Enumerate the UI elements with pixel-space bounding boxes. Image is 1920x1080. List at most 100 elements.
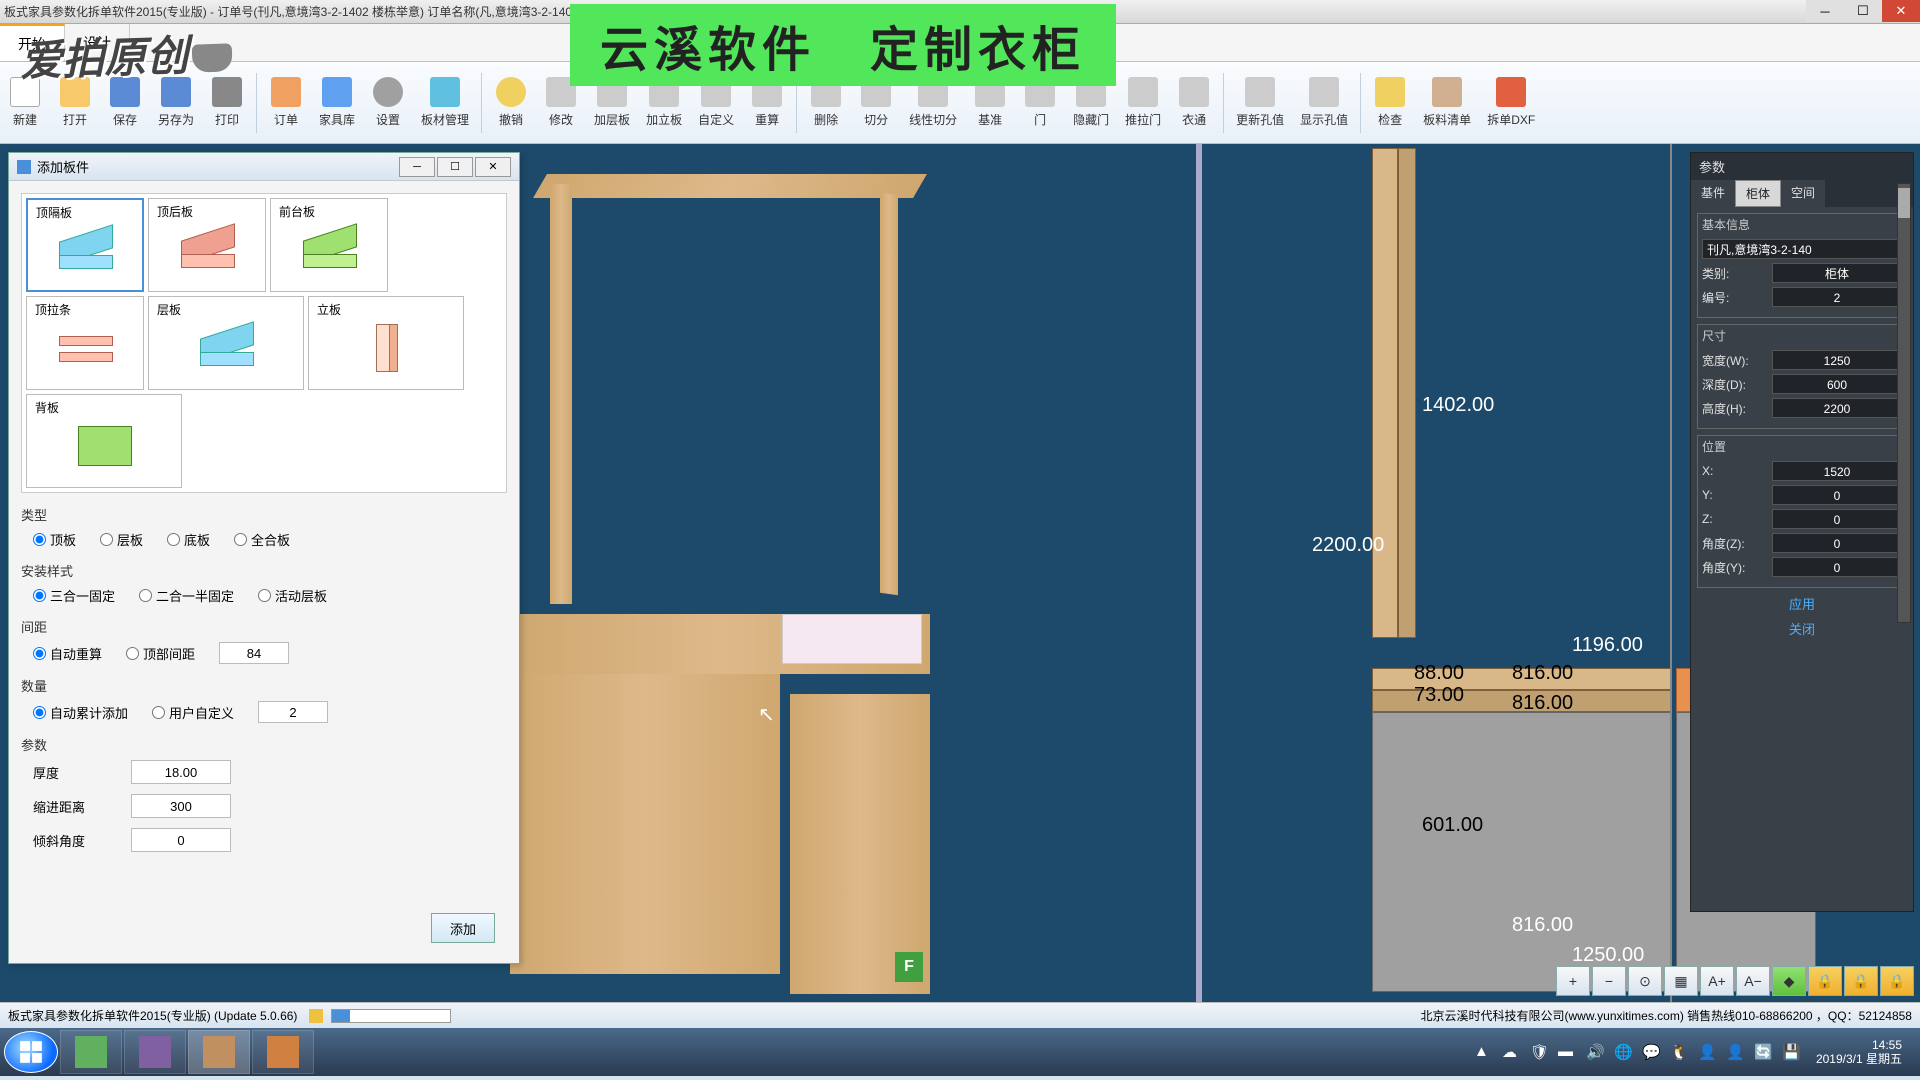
radio-spacing-auto[interactable]: 自动重算 — [33, 644, 102, 663]
dialog-titlebar[interactable]: 添加板件 ─ ☐ ✕ — [9, 153, 519, 181]
apply-button[interactable]: 应用 — [1697, 594, 1907, 613]
zoom-out-button[interactable]: − — [1592, 966, 1626, 996]
dim-816b: 816.00 — [1512, 692, 1573, 715]
tool-material[interactable]: 板材管理 — [413, 73, 477, 132]
count-value-input[interactable] — [258, 701, 328, 723]
tray-disk-icon[interactable]: 💾 — [1782, 1043, 1800, 1061]
tray-browser-icon[interactable]: 🌐 — [1614, 1043, 1632, 1061]
tray-shield-icon[interactable]: 🛡 — [1530, 1043, 1548, 1061]
prop-type[interactable]: 柜体 — [1772, 263, 1902, 283]
board-item-back[interactable]: 背板 — [26, 394, 182, 488]
tray-volume-icon[interactable]: 🔊 — [1586, 1043, 1604, 1061]
tray-network-icon[interactable]: ▬ — [1558, 1043, 1576, 1061]
view-toggle-1[interactable]: ◆ — [1772, 966, 1806, 996]
radio-shelf[interactable]: 层板 — [100, 530, 143, 549]
viewport-2d-elevation[interactable]: 1402.00 2200.00 1196.00 88.00 73.00 816.… — [1202, 144, 1670, 1002]
props-scrollbar[interactable] — [1897, 183, 1911, 623]
tool-settings[interactable]: 设置 — [363, 73, 413, 132]
radio-top[interactable]: 顶板 — [33, 530, 76, 549]
radio-count-user[interactable]: 用户自定义 — [152, 703, 234, 722]
spacing-value-input[interactable] — [219, 642, 289, 664]
props-tab-base[interactable]: 基件 — [1691, 180, 1735, 207]
tray-user2-icon[interactable]: 👤 — [1726, 1043, 1744, 1061]
board-item-top-back[interactable]: 顶后板 — [148, 198, 266, 292]
start-button[interactable] — [4, 1031, 58, 1073]
view-mode-button[interactable]: ▦ — [1664, 966, 1698, 996]
lock-2-button[interactable]: 🔒 — [1844, 966, 1878, 996]
properties-title: 参数 — [1691, 153, 1913, 180]
task-app-4[interactable] — [252, 1030, 314, 1074]
prop-angle-y[interactable]: 0 — [1772, 557, 1902, 577]
text-increase-button[interactable]: A+ — [1700, 966, 1734, 996]
label-indent: 缩进距离 — [33, 797, 113, 816]
radio-bottom[interactable]: 底板 — [167, 530, 210, 549]
tray-wechat-icon[interactable]: 💬 — [1642, 1043, 1660, 1061]
dim-73: 73.00 — [1414, 684, 1464, 707]
task-app-1[interactable] — [60, 1030, 122, 1074]
tool-boardlist[interactable]: 板料清单 — [1415, 73, 1479, 132]
text-decrease-button[interactable]: A− — [1736, 966, 1770, 996]
tool-rail[interactable]: 衣通 — [1169, 73, 1219, 132]
window-minimize-button[interactable]: ─ — [1806, 0, 1844, 22]
prop-id[interactable]: 2 — [1772, 287, 1902, 307]
lock-1-button[interactable]: 🔒 — [1808, 966, 1842, 996]
window-close-button[interactable]: ✕ — [1882, 0, 1920, 22]
tray-cloud-icon[interactable]: ☁ — [1502, 1043, 1520, 1061]
input-angle[interactable] — [131, 828, 231, 852]
dialog-minimize-button[interactable]: ─ — [399, 157, 435, 177]
dialog-maximize-button[interactable]: ☐ — [437, 157, 473, 177]
tray-up-icon[interactable]: ▲ — [1474, 1043, 1492, 1061]
prop-depth[interactable]: 600 — [1772, 374, 1902, 394]
radio-full[interactable]: 全合板 — [234, 530, 290, 549]
tool-exportdxf[interactable]: 拆单DXF — [1479, 73, 1543, 132]
radio-install-fixed[interactable]: 三合一固定 — [33, 586, 115, 605]
prop-x[interactable]: 1520 — [1772, 461, 1902, 481]
zoom-in-button[interactable]: + — [1556, 966, 1590, 996]
task-app-2[interactable] — [124, 1030, 186, 1074]
tool-order[interactable]: 订单 — [261, 73, 311, 132]
props-tab-space[interactable]: 空间 — [1781, 180, 1825, 207]
cabinet-side-right — [880, 193, 898, 596]
board-item-shelf[interactable]: 层板 — [148, 296, 304, 390]
add-board-dialog: 添加板件 ─ ☐ ✕ 顶隔板 顶后板 前台板 顶拉条 层板 立板 背板 类型 顶… — [8, 152, 520, 964]
prop-height[interactable]: 2200 — [1772, 398, 1902, 418]
dim-816c: 816.00 — [1512, 914, 1573, 937]
close-props-button[interactable]: 关闭 — [1697, 619, 1907, 638]
input-indent[interactable] — [131, 794, 231, 818]
lock-3-button[interactable]: 🔒 — [1880, 966, 1914, 996]
prop-width[interactable]: 1250 — [1772, 350, 1902, 370]
task-app-current[interactable] — [188, 1030, 250, 1074]
zoom-fit-button[interactable]: ⊙ — [1628, 966, 1662, 996]
window-maximize-button[interactable]: ☐ — [1844, 0, 1882, 22]
prop-name[interactable]: 刊凡,意境湾3-2-140 — [1702, 239, 1902, 259]
section-type-title: 类型 — [21, 505, 507, 524]
board-item-vertical[interactable]: 立板 — [308, 296, 464, 390]
dim-1250: 1250.00 — [1572, 944, 1644, 967]
section-params-title: 参数 — [21, 735, 507, 754]
tool-updateholes[interactable]: 更新孔值 — [1228, 73, 1292, 132]
tray-user-icon[interactable]: 👤 — [1698, 1043, 1716, 1061]
board-item-top-strip[interactable]: 顶拉条 — [26, 296, 144, 390]
prop-angle-z[interactable]: 0 — [1772, 533, 1902, 553]
radio-install-half[interactable]: 二合一半固定 — [139, 586, 234, 605]
add-button[interactable]: 添加 — [431, 913, 495, 943]
prop-z[interactable]: 0 — [1772, 509, 1902, 529]
input-thickness[interactable] — [131, 760, 231, 784]
tool-slidedoor[interactable]: 推拉门 — [1117, 73, 1169, 132]
radio-count-auto[interactable]: 自动累计添加 — [33, 703, 128, 722]
dialog-close-button[interactable]: ✕ — [475, 157, 511, 177]
tray-sync-icon[interactable]: 🔄 — [1754, 1043, 1772, 1061]
radio-install-movable[interactable]: 活动层板 — [258, 586, 327, 605]
tool-check[interactable]: 检查 — [1365, 73, 1415, 132]
board-item-front-desk[interactable]: 前台板 — [270, 198, 388, 292]
board-item-top-separator[interactable]: 顶隔板 — [26, 198, 144, 292]
tray-qq-icon[interactable]: 🐧 — [1670, 1043, 1688, 1061]
taskbar-clock[interactable]: 14:55 2019/3/1 星期五 — [1810, 1036, 1908, 1068]
prop-y[interactable]: 0 — [1772, 485, 1902, 505]
tool-showholes[interactable]: 显示孔值 — [1292, 73, 1356, 132]
tool-undo[interactable]: 撤销 — [486, 73, 536, 132]
radio-spacing-top[interactable]: 顶部间距 — [126, 644, 195, 663]
axis-indicator: F — [895, 952, 923, 982]
tool-library[interactable]: 家具库 — [311, 73, 363, 132]
props-tab-cabinet[interactable]: 柜体 — [1735, 180, 1781, 207]
